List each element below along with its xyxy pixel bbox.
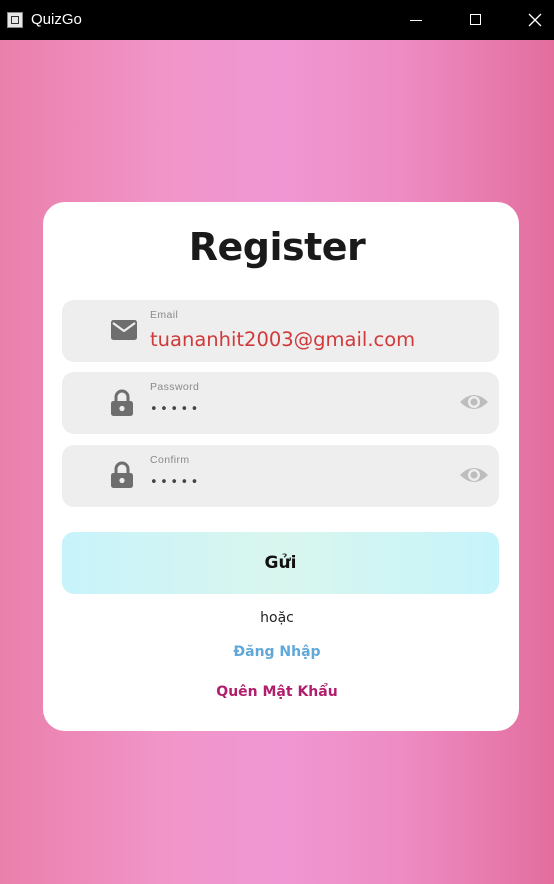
maximize-icon — [470, 14, 481, 25]
confirm-label: Confirm — [150, 454, 190, 466]
mail-icon — [111, 320, 137, 340]
close-button[interactable] — [504, 0, 554, 40]
or-divider-text: hoặc — [260, 610, 294, 626]
close-icon — [528, 13, 542, 27]
eye-icon[interactable] — [459, 464, 489, 486]
lock-icon — [111, 461, 133, 488]
app-icon — [7, 12, 23, 28]
email-field[interactable]: Email tuananhit2003@gmail.com — [62, 300, 499, 362]
maximize-button[interactable] — [446, 0, 504, 40]
eye-icon[interactable] — [459, 391, 489, 413]
minimize-button[interactable] — [388, 0, 446, 40]
forgot-password-link[interactable]: Quên Mật Khẩu — [0, 684, 554, 700]
email-label: Email — [150, 309, 179, 321]
password-label: Password — [150, 381, 200, 393]
password-input[interactable]: ••••• — [150, 402, 201, 417]
page-title: Register — [188, 225, 366, 269]
confirm-input[interactable]: ••••• — [150, 475, 201, 490]
window-titlebar: QuizGo — [0, 0, 554, 40]
submit-button[interactable]: Gửi — [62, 532, 499, 594]
confirm-field[interactable]: Confirm ••••• — [62, 445, 499, 507]
email-input[interactable]: tuananhit2003@gmail.com — [150, 328, 415, 351]
password-field[interactable]: Password ••••• — [62, 372, 499, 434]
lock-icon — [111, 389, 133, 416]
window-title: QuizGo — [31, 11, 82, 28]
login-link[interactable]: Đăng Nhập — [0, 644, 554, 660]
minimize-icon — [410, 20, 422, 21]
